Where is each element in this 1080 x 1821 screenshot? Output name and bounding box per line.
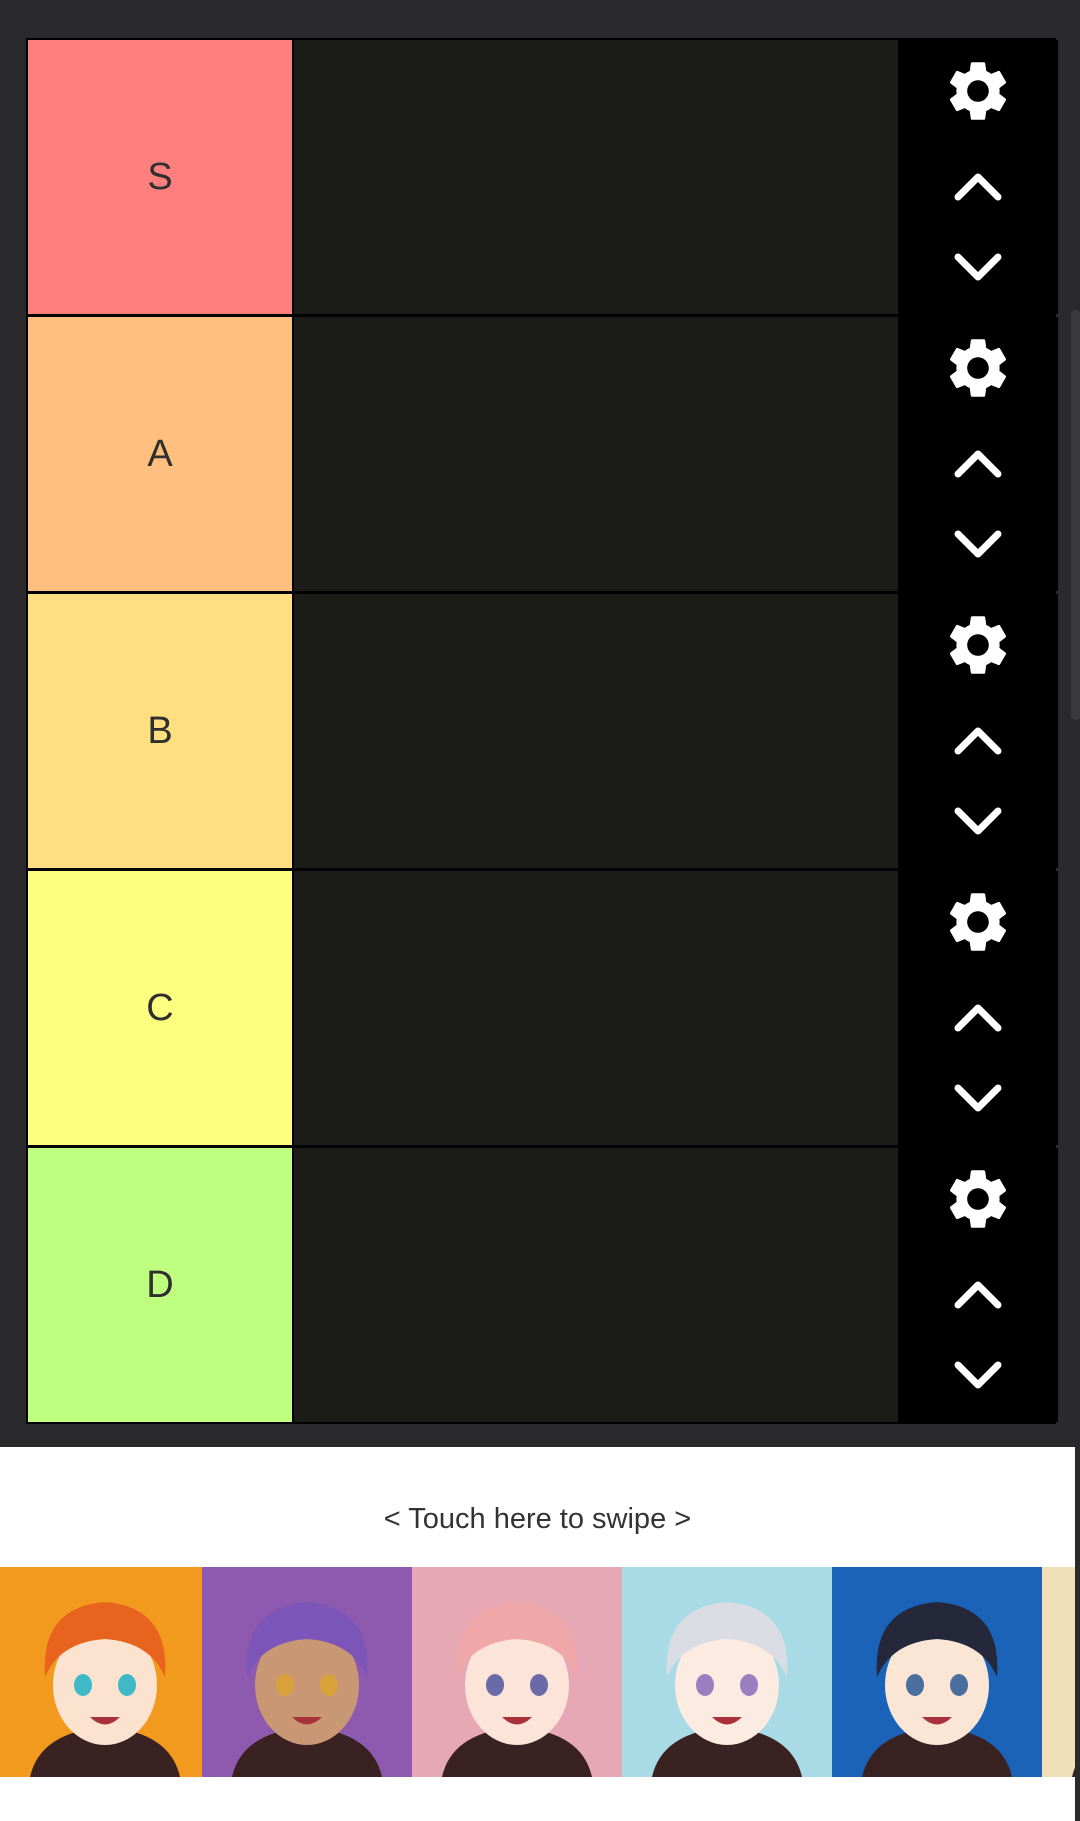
tier-row-c: C (28, 871, 1058, 1145)
character-card-dark-hair-character[interactable] (832, 1567, 1042, 1777)
tier-label[interactable]: D (28, 1148, 292, 1422)
swipe-hint[interactable]: < Touch here to swipe > (0, 1503, 1075, 1536)
character-portrait (202, 1567, 412, 1777)
gear-icon (949, 616, 1007, 674)
tier-table: SABCD (26, 38, 1058, 1424)
tier-row-d: D (28, 1148, 1058, 1422)
gear-icon (949, 62, 1007, 120)
chevron-down-icon (954, 807, 1002, 835)
character-strip[interactable] (0, 1567, 1075, 1777)
tier-row-s: S (28, 40, 1058, 314)
tier-label[interactable]: S (28, 40, 292, 314)
character-card-orange-hair-character[interactable] (0, 1567, 202, 1777)
tier-drop-zone[interactable] (292, 317, 898, 591)
tier-drop-zone[interactable] (292, 40, 898, 314)
tier-label[interactable]: B (28, 594, 292, 868)
move-tier-up-button[interactable] (942, 1268, 1014, 1322)
character-portrait (832, 1567, 1042, 1777)
character-portrait (622, 1567, 832, 1777)
tier-label[interactable]: A (28, 317, 292, 591)
tier-label[interactable]: C (28, 871, 292, 1145)
tier-drop-zone[interactable] (292, 871, 898, 1145)
tier-row-b: B (28, 594, 1058, 868)
move-tier-down-button[interactable] (942, 794, 1014, 848)
character-card-partial-character[interactable] (1042, 1567, 1075, 1777)
move-tier-up-button[interactable] (942, 991, 1014, 1045)
chevron-down-icon (954, 1361, 1002, 1389)
tier-controls (898, 871, 1058, 1145)
gear-icon (949, 339, 1007, 397)
move-tier-down-button[interactable] (942, 1348, 1014, 1402)
character-portrait (1042, 1567, 1075, 1777)
tier-row-a: A (28, 317, 1058, 591)
tier-drop-zone[interactable] (292, 594, 898, 868)
character-portrait (412, 1567, 622, 1777)
chevron-up-icon (954, 1281, 1002, 1309)
move-tier-down-button[interactable] (942, 517, 1014, 571)
chevron-down-icon (954, 1084, 1002, 1112)
chevron-up-icon (954, 450, 1002, 478)
character-card-pink-hair-top-hat-character[interactable] (412, 1567, 622, 1777)
tier-controls (898, 594, 1058, 868)
tier-controls (898, 317, 1058, 591)
gear-icon (949, 1170, 1007, 1228)
tier-settings-button[interactable] (942, 1160, 1014, 1238)
tier-settings-button[interactable] (942, 883, 1014, 961)
tier-controls (898, 1148, 1058, 1422)
character-card-purple-hair-cap-character[interactable] (202, 1567, 412, 1777)
gear-icon (949, 893, 1007, 951)
character-tray[interactable]: < Touch here to swipe > (0, 1447, 1075, 1821)
chevron-up-icon (954, 727, 1002, 755)
tier-controls (898, 40, 1058, 314)
chevron-up-icon (954, 173, 1002, 201)
chevron-down-icon (954, 530, 1002, 558)
move-tier-up-button[interactable] (942, 437, 1014, 491)
tier-settings-button[interactable] (942, 329, 1014, 407)
move-tier-up-button[interactable] (942, 714, 1014, 768)
move-tier-down-button[interactable] (942, 1071, 1014, 1125)
chevron-up-icon (954, 1004, 1002, 1032)
scrollbar-thumb[interactable] (1071, 310, 1080, 720)
chevron-down-icon (954, 253, 1002, 281)
tier-settings-button[interactable] (942, 52, 1014, 130)
tier-drop-zone[interactable] (292, 1148, 898, 1422)
move-tier-down-button[interactable] (942, 240, 1014, 294)
tier-settings-button[interactable] (942, 606, 1014, 684)
character-card-silver-hair-character[interactable] (622, 1567, 832, 1777)
move-tier-up-button[interactable] (942, 160, 1014, 214)
tier-list-page: SABCD < Touch here to swipe > (0, 0, 1080, 1821)
character-portrait (0, 1567, 202, 1777)
